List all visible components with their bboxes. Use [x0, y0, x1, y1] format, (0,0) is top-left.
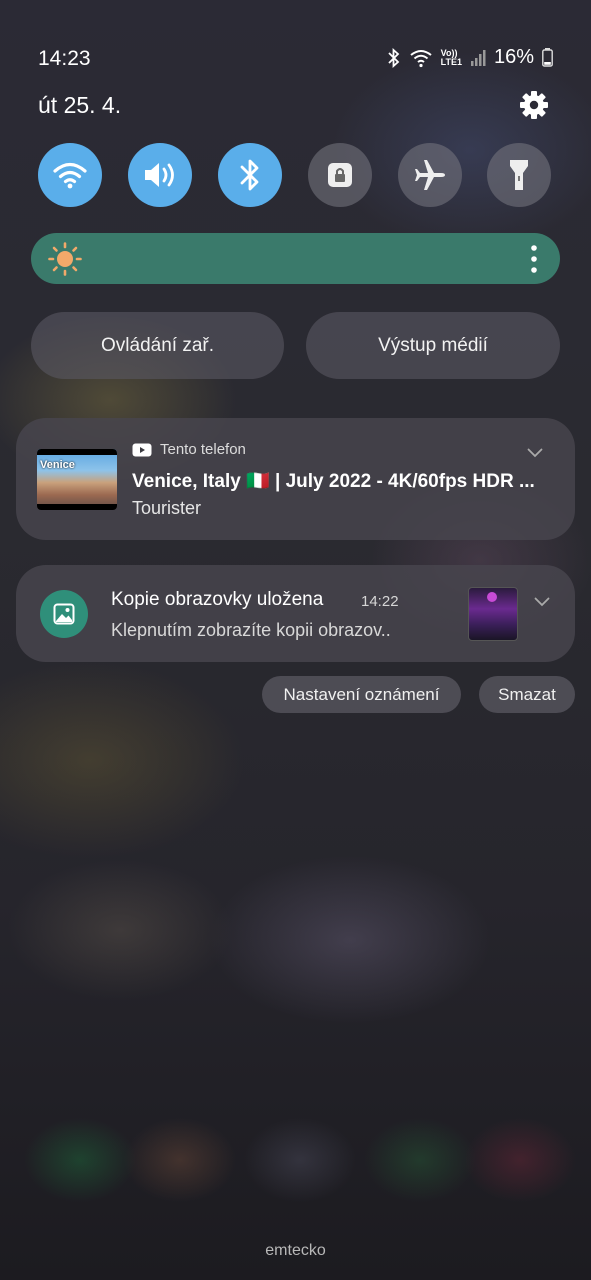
screenshot-text: Klepnutím zobrazíte kopii obrazov.. [111, 620, 391, 640]
brightness-sun-icon [48, 242, 82, 281]
sound-icon [145, 163, 174, 187]
volte-indicator: Vo)) LTE1 [440, 48, 462, 67]
media-subtitle: Tourister [132, 498, 202, 518]
battery-percent: 16% [493, 46, 534, 68]
brightness-slider[interactable] [31, 233, 560, 284]
screenshot-notification[interactable]: Kopie obrazovky uložena 14:22 Klepnutím … [16, 565, 575, 662]
status-time: 14:23 [38, 47, 91, 70]
chevron-down-icon[interactable] [534, 594, 550, 612]
airplane-toggle[interactable] [398, 143, 462, 207]
media-thumbnail: Venice [37, 449, 117, 510]
status-icons: Vo)) LTE1 16% [387, 46, 553, 69]
chevron-down-icon[interactable] [527, 445, 543, 463]
media-source: Tento telefon [132, 441, 246, 458]
settings-button[interactable] [518, 89, 550, 121]
screenshot-time: 14:22 [361, 593, 399, 610]
screenshot-thumbnail[interactable] [468, 587, 518, 641]
watermark: emtecko [265, 1242, 326, 1259]
screenshot-title: Kopie obrazovky uložena [111, 589, 324, 610]
bluetooth-icon [240, 159, 259, 191]
date-label: út 25. 4. [38, 92, 122, 118]
airplane-icon [415, 160, 445, 190]
sound-toggle[interactable] [128, 143, 192, 207]
rotation-lock-icon [328, 163, 352, 187]
rotation-lock-toggle[interactable] [308, 143, 372, 207]
youtube-icon [132, 443, 152, 456]
media-app-label: Tento telefon [160, 441, 246, 458]
lte-label: LTE1 [440, 56, 462, 67]
media-output-button[interactable]: Výstup médií [306, 312, 560, 379]
media-notification[interactable]: Venice Tento telefon Venice, Italy 🇮🇹 | … [16, 418, 575, 540]
thumbnail-label: Venice [40, 459, 75, 471]
bluetooth-toggle[interactable] [218, 143, 282, 207]
gear-icon [520, 91, 548, 119]
clear-all-button[interactable]: Smazat [479, 676, 575, 713]
media-title: Venice, Italy 🇮🇹 | July 2022 - 4K/60fps … [132, 471, 535, 492]
more-options-icon[interactable] [530, 244, 538, 279]
wifi-icon [53, 162, 87, 189]
wifi-toggle[interactable] [38, 143, 102, 207]
battery-icon [542, 48, 553, 67]
flashlight-toggle[interactable] [487, 143, 551, 207]
wifi-icon [409, 48, 433, 68]
notification-settings-button[interactable]: Nastavení oznámení [262, 676, 461, 713]
device-control-button[interactable]: Ovládání zař. [31, 312, 284, 379]
gallery-icon [40, 590, 88, 638]
signal-icon [470, 49, 486, 67]
flashlight-icon [510, 160, 528, 190]
bluetooth-icon [387, 47, 401, 68]
